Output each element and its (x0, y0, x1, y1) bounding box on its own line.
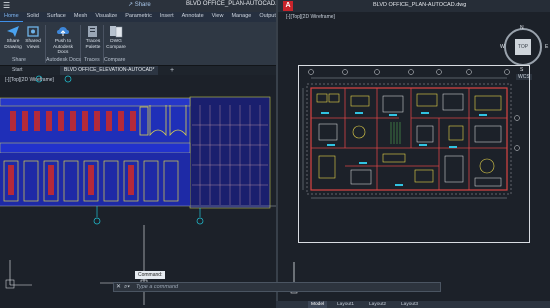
floor-plan-sheet[interactable] (298, 65, 530, 243)
dwg-compare-label: DWG Compare (106, 39, 126, 50)
ribbon-tab-surface[interactable]: Surface (43, 12, 70, 22)
traces-palette-label: Traces Palette (85, 39, 101, 50)
share-drawing-button[interactable]: Share Drawing (2, 25, 24, 50)
shared-views-icon (26, 25, 40, 38)
push-to-autodesk-docs-button[interactable]: Push to Autodesk Docs (50, 25, 76, 56)
dwg-compare-button[interactable]: DWG Compare (105, 25, 127, 50)
share-label: Share (134, 2, 151, 8)
layout-tab-model[interactable]: Model (308, 301, 328, 308)
ribbon-panel: Share Drawing Shared Views Push to Autod… (0, 22, 280, 66)
command-line[interactable]: ✕ ⌕▾ Type a command (113, 282, 441, 292)
compass-east[interactable]: E (545, 44, 548, 50)
new-tab-button[interactable]: + (170, 66, 174, 75)
ribbon-tab-insert[interactable]: Insert (156, 12, 178, 22)
ribbon-tab-manage[interactable]: Manage (227, 12, 255, 22)
right-autocad-window: A BLVD OFFICE_PLAN-AUTOCAD.dwg [-][Top][… (276, 0, 550, 308)
ribbon-tab-parametric[interactable]: Parametric (121, 12, 156, 22)
floor-plan-drawing (302, 69, 520, 199)
right-viewport-controls-label[interactable]: [-][Top][2D Wireframe] (286, 14, 335, 20)
close-icon[interactable]: ✕ (116, 283, 121, 292)
ribbon-group-autodesk-docs: Autodesk Docs (46, 57, 81, 63)
ribbon-group-share: Share (12, 57, 26, 63)
ucs-icon (290, 262, 312, 294)
ribbon-group-traces: Traces (84, 57, 100, 63)
traces-palette-button[interactable]: Traces Palette (82, 25, 104, 50)
left-title-bar: ☰ ↗ Share BLVD OFFICE_PLAN-AUTOCAD.dwg (0, 0, 288, 12)
ribbon-tab-solid[interactable]: Solid (23, 12, 43, 22)
ribbon-tabs: Home Solid Surface Mesh Visualize Parametric I… (0, 12, 280, 22)
paper-plane-icon (6, 25, 20, 38)
command-prompt-icon[interactable]: ⌕▾ (124, 283, 130, 292)
ribbon-tab-view[interactable]: View (208, 12, 228, 22)
tab-elevation-drawing[interactable]: BLVD OFFICE_ELEVATION-AUTOCAD* (60, 66, 159, 75)
ribbon-tab-annotate[interactable]: Annotate (178, 12, 208, 22)
compass-north[interactable]: N (520, 25, 524, 31)
push-to-autodesk-docs-label: Push to Autodesk Docs (52, 39, 73, 55)
quick-access-icon[interactable]: ☰ (3, 1, 13, 11)
ribbon-tab-mesh[interactable]: Mesh (70, 12, 91, 22)
autocad-logo-icon[interactable]: A (283, 1, 293, 11)
command-input[interactable]: Type a command (136, 283, 178, 292)
tab-start[interactable]: Start (8, 66, 27, 75)
cloud-push-icon (56, 25, 70, 38)
ribbon-tab-home[interactable]: Home (0, 12, 23, 22)
shared-views-button[interactable]: Shared Views (22, 25, 44, 50)
ribbon-tab-visualize[interactable]: Visualize (91, 12, 121, 22)
traces-icon (86, 25, 100, 38)
compare-icon (109, 25, 123, 38)
layout-tabs: Model Layout1 Layout2 Layout3 (276, 301, 550, 308)
command-tooltip: Command: (135, 271, 166, 279)
viewport-controls-label[interactable]: [-][Top][2D Wireframe] (5, 77, 54, 83)
left-autocad-window: ☰ ↗ Share BLVD OFFICE_PLAN-AUTOCAD.dwg H… (0, 0, 288, 308)
shared-views-label: Shared Views (25, 39, 41, 50)
left-window-title: BLVD OFFICE_PLAN-AUTOCAD.dwg (186, 1, 288, 7)
right-window-title: BLVD OFFICE_PLAN-AUTOCAD.dwg (373, 2, 467, 8)
share-link[interactable]: ↗ Share (128, 1, 151, 8)
viewcube[interactable]: TOP N W E S (500, 25, 548, 73)
viewcube-top-face[interactable]: TOP (515, 39, 531, 55)
layout-tab-layout1[interactable]: Layout1 (334, 301, 357, 308)
compass-west[interactable]: W (500, 44, 505, 50)
layout-tab-layout3[interactable]: Layout3 (398, 301, 421, 308)
document-tabs: Start BLVD OFFICE_ELEVATION-AUTOCAD* + (0, 66, 280, 75)
right-title-bar: A BLVD OFFICE_PLAN-AUTOCAD.dwg (278, 0, 550, 12)
ribbon-group-compare: Compare (104, 57, 126, 63)
share-drawing-label: Share Drawing (4, 39, 22, 50)
layout-tab-layout2[interactable]: Layout2 (366, 301, 389, 308)
